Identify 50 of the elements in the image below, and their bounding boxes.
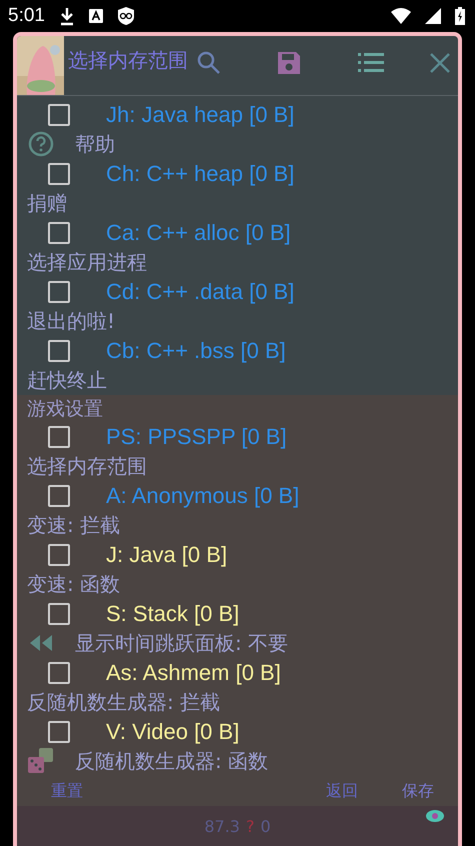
menu-item[interactable]: 变速: 拦截 xyxy=(27,512,120,539)
menu-item[interactable]: 赶快终止 xyxy=(27,366,107,394)
signal-icon xyxy=(425,8,441,24)
checkbox[interactable] xyxy=(48,484,70,507)
checkbox[interactable] xyxy=(48,544,70,566)
wifi-icon xyxy=(391,8,411,24)
menu-item[interactable]: 退出的啦! xyxy=(27,308,116,335)
region-label: Ca: C++ alloc [0 B] xyxy=(106,220,291,246)
region-label: PS: PPSSPP [0 B] xyxy=(106,424,287,450)
menu-item[interactable]: 变速: 函数 xyxy=(27,570,120,598)
region-label: Cd: C++ .data [0 B] xyxy=(106,278,294,305)
region-label: As: Ashmem [0 B] xyxy=(106,660,281,686)
menu-item[interactable]: 捐赠 xyxy=(27,190,67,217)
region-label: Cb: C++ .bss [0 B] xyxy=(106,338,286,364)
dialog-button[interactable]: 重置 xyxy=(47,778,87,804)
region-label: J: Java [0 B] xyxy=(106,542,228,568)
region-label: Jh: Java heap [0 B] xyxy=(106,102,294,128)
app-icon xyxy=(88,9,103,23)
battery-icon xyxy=(455,7,465,25)
menu-item[interactable]: 选择应用进程 xyxy=(27,248,147,276)
checkbox[interactable] xyxy=(48,662,70,684)
menu-item[interactable]: 帮助 xyxy=(75,130,115,158)
eye-icon[interactable] xyxy=(426,810,444,822)
checkbox[interactable] xyxy=(48,104,70,126)
region-label: Ch: C++ heap [0 B] xyxy=(106,160,294,187)
search-icon[interactable] xyxy=(196,50,222,76)
checkbox[interactable] xyxy=(48,162,70,185)
close-icon[interactable] xyxy=(430,52,450,72)
checkbox[interactable] xyxy=(48,222,70,244)
checkbox[interactable] xyxy=(48,280,70,303)
shield-icon xyxy=(116,6,135,26)
checkbox[interactable] xyxy=(48,602,70,625)
dialog-button[interactable]: 保存 xyxy=(398,778,438,804)
region-label: S: Stack [0 B] xyxy=(106,600,240,627)
download-icon xyxy=(58,6,75,26)
checkbox[interactable] xyxy=(48,720,70,743)
dialog-title: 选择内存范围 xyxy=(68,47,188,74)
dice-icon xyxy=(27,748,55,774)
status-mark: ? xyxy=(246,816,254,836)
dialog-button[interactable]: 返回 xyxy=(322,778,362,804)
status-time: 5:01 xyxy=(8,5,45,27)
region-label: V: Video [0 B] xyxy=(106,718,240,745)
region-label: A: Anonymous [0 B] xyxy=(106,482,300,509)
checkbox[interactable] xyxy=(48,426,70,448)
checkbox[interactable] xyxy=(48,340,70,362)
list-icon[interactable] xyxy=(358,50,384,74)
help-icon xyxy=(27,131,55,158)
status-value: 0 xyxy=(260,816,271,836)
status-value: 87.3 xyxy=(204,816,240,836)
section-header: 游戏设置 xyxy=(17,395,458,422)
